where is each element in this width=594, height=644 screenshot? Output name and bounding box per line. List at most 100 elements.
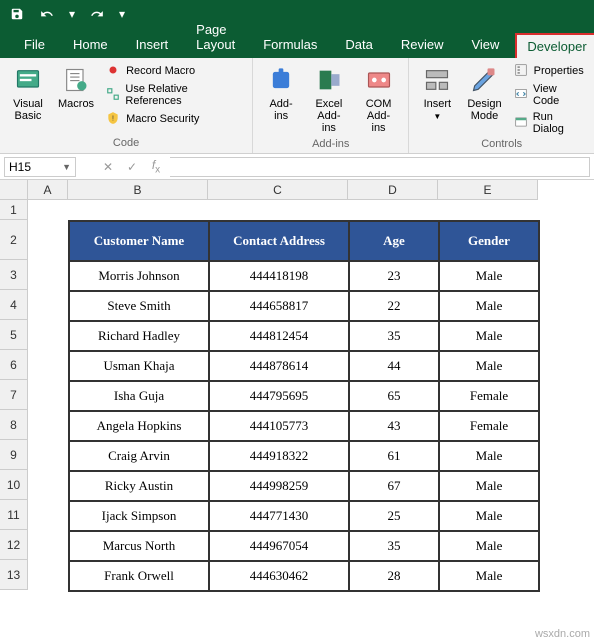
- tab-view[interactable]: View: [459, 31, 511, 58]
- table-header-cell[interactable]: Age: [349, 221, 439, 261]
- row-header[interactable]: 2: [0, 220, 28, 260]
- qat-customize-icon[interactable]: ▾: [116, 3, 128, 25]
- table-cell[interactable]: 44: [349, 351, 439, 381]
- tab-data[interactable]: Data: [333, 31, 384, 58]
- table-cell[interactable]: Male: [439, 321, 539, 351]
- table-cell[interactable]: 65: [349, 381, 439, 411]
- table-cell[interactable]: 444918322: [209, 441, 349, 471]
- spreadsheet-grid[interactable]: ABCDE 12345678910111213 Customer NameCon…: [0, 180, 594, 644]
- undo-icon[interactable]: [36, 3, 58, 25]
- tab-developer[interactable]: Developer: [515, 33, 594, 58]
- column-header[interactable]: D: [348, 180, 438, 200]
- run-dialog-button[interactable]: Run Dialog: [512, 110, 586, 136]
- table-cell[interactable]: 35: [349, 531, 439, 561]
- select-all-corner[interactable]: [0, 180, 28, 200]
- cancel-formula-icon[interactable]: ✕: [98, 160, 118, 174]
- table-cell[interactable]: Male: [439, 471, 539, 501]
- chevron-down-icon[interactable]: ▼: [62, 162, 71, 172]
- table-cell[interactable]: 28: [349, 561, 439, 591]
- row-header[interactable]: 11: [0, 500, 28, 530]
- table-cell[interactable]: Angela Hopkins: [69, 411, 209, 441]
- table-cell[interactable]: 444658817: [209, 291, 349, 321]
- table-cell[interactable]: Male: [439, 531, 539, 561]
- insert-control-button[interactable]: Insert ▼: [417, 62, 457, 123]
- table-header-cell[interactable]: Customer Name: [69, 221, 209, 261]
- table-cell[interactable]: Steve Smith: [69, 291, 209, 321]
- table-cell[interactable]: Male: [439, 291, 539, 321]
- tab-formulas[interactable]: Formulas: [251, 31, 329, 58]
- table-cell[interactable]: Female: [439, 411, 539, 441]
- table-cell[interactable]: Usman Khaja: [69, 351, 209, 381]
- tab-page-layout[interactable]: Page Layout: [184, 16, 247, 58]
- table-cell[interactable]: 61: [349, 441, 439, 471]
- table-cell[interactable]: Male: [439, 501, 539, 531]
- table-cell[interactable]: Morris Johnson: [69, 261, 209, 291]
- table-cell[interactable]: Ricky Austin: [69, 471, 209, 501]
- table-cell[interactable]: 35: [349, 321, 439, 351]
- table-cell[interactable]: Male: [439, 441, 539, 471]
- table-cell[interactable]: 444771430: [209, 501, 349, 531]
- use-relative-references-button[interactable]: Use Relative References: [104, 82, 244, 108]
- com-addins-button[interactable]: COM Add-ins: [357, 62, 401, 136]
- name-box[interactable]: H15 ▼: [4, 157, 76, 177]
- row-header[interactable]: 13: [0, 560, 28, 590]
- column-header[interactable]: A: [28, 180, 68, 200]
- row-header[interactable]: 5: [0, 320, 28, 350]
- table-cell[interactable]: Isha Guja: [69, 381, 209, 411]
- row-header[interactable]: 3: [0, 260, 28, 290]
- table-cell[interactable]: Richard Hadley: [69, 321, 209, 351]
- table-cell[interactable]: 25: [349, 501, 439, 531]
- table-cell[interactable]: Male: [439, 351, 539, 381]
- row-header[interactable]: 9: [0, 440, 28, 470]
- tab-file[interactable]: File: [12, 31, 57, 58]
- save-icon[interactable]: [6, 3, 28, 25]
- column-header[interactable]: E: [438, 180, 538, 200]
- table-cell[interactable]: Male: [439, 261, 539, 291]
- row-header[interactable]: 7: [0, 380, 28, 410]
- table-cell[interactable]: Marcus North: [69, 531, 209, 561]
- view-code-button[interactable]: View Code: [512, 82, 586, 108]
- row-header[interactable]: 4: [0, 290, 28, 320]
- fx-icon[interactable]: fx: [146, 158, 166, 175]
- formula-input[interactable]: [170, 157, 590, 177]
- tab-insert[interactable]: Insert: [124, 31, 181, 58]
- table-cell[interactable]: Female: [439, 381, 539, 411]
- table-cell[interactable]: 444878614: [209, 351, 349, 381]
- table-cell[interactable]: 43: [349, 411, 439, 441]
- accept-formula-icon[interactable]: ✓: [122, 160, 142, 174]
- tab-review[interactable]: Review: [389, 31, 456, 58]
- addins-button[interactable]: Add- ins: [261, 62, 301, 124]
- tab-home[interactable]: Home: [61, 31, 120, 58]
- table-cell[interactable]: 444812454: [209, 321, 349, 351]
- undo-dropdown-icon[interactable]: ▾: [66, 3, 78, 25]
- table-cell[interactable]: Male: [439, 561, 539, 591]
- table-cell[interactable]: 444418198: [209, 261, 349, 291]
- macros-button[interactable]: Macros: [54, 62, 98, 112]
- visual-basic-button[interactable]: Visual Basic: [8, 62, 48, 124]
- row-header[interactable]: 1: [0, 200, 28, 220]
- properties-button[interactable]: Properties: [512, 62, 586, 80]
- table-cell[interactable]: 444795695: [209, 381, 349, 411]
- excel-addins-button[interactable]: Excel Add-ins: [307, 62, 351, 136]
- column-header[interactable]: C: [208, 180, 348, 200]
- table-cell[interactable]: 67: [349, 471, 439, 501]
- table-cell[interactable]: 444105773: [209, 411, 349, 441]
- table-cell[interactable]: 22: [349, 291, 439, 321]
- redo-icon[interactable]: [86, 3, 108, 25]
- record-macro-button[interactable]: Record Macro: [104, 62, 244, 80]
- table-cell[interactable]: 23: [349, 261, 439, 291]
- row-header[interactable]: 10: [0, 470, 28, 500]
- table-cell[interactable]: 444630462: [209, 561, 349, 591]
- column-header[interactable]: B: [68, 180, 208, 200]
- table-cell[interactable]: Craig Arvin: [69, 441, 209, 471]
- table-cell[interactable]: 444967054: [209, 531, 349, 561]
- macro-security-button[interactable]: ! Macro Security: [104, 110, 244, 128]
- table-cell[interactable]: Ijack Simpson: [69, 501, 209, 531]
- table-cell[interactable]: Frank Orwell: [69, 561, 209, 591]
- table-header-cell[interactable]: Contact Address: [209, 221, 349, 261]
- table-header-cell[interactable]: Gender: [439, 221, 539, 261]
- row-header[interactable]: 8: [0, 410, 28, 440]
- row-header[interactable]: 12: [0, 530, 28, 560]
- design-mode-button[interactable]: Design Mode: [463, 62, 505, 124]
- table-cell[interactable]: 444998259: [209, 471, 349, 501]
